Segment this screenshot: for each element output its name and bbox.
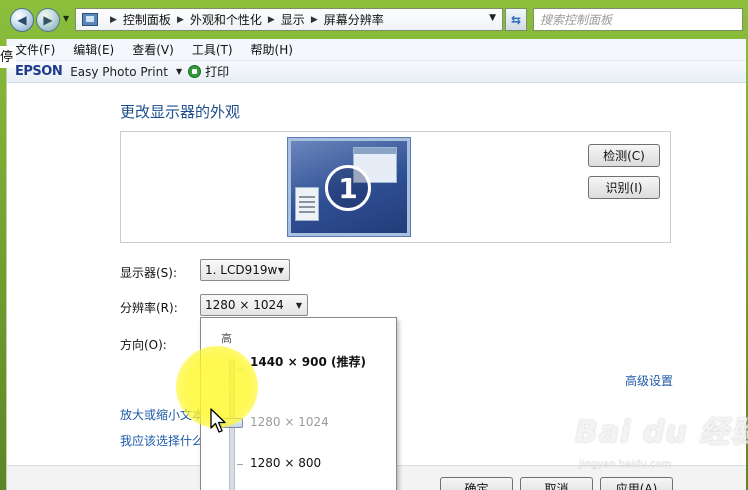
display-select-value: 1. LCD919w	[205, 263, 278, 277]
page-title: 更改显示器的外观	[120, 103, 241, 121]
advanced-settings-link[interactable]: 高级设置	[625, 372, 673, 389]
resolution-select-value: 1280 × 1024	[205, 298, 284, 312]
baidu-watermark: Bai du 经验 jingyan.baidu.com	[575, 407, 748, 485]
orientation-label: 方向(O):	[120, 338, 167, 352]
watermark-text: Bai du 经验	[575, 415, 748, 450]
forward-button[interactable]: ▶	[36, 8, 60, 32]
help-choose-link[interactable]: 我应该选择什么	[120, 432, 204, 449]
print-button[interactable]: 打印	[205, 63, 229, 80]
resolution-select[interactable]: 1280 × 1024 ▼	[200, 294, 308, 316]
address-bar[interactable]: ▶ 控制面板 ▶ 外观和个性化 ▶ 显示 ▶ 屏幕分辨率 ▼	[75, 8, 503, 31]
identify-button[interactable]: 识别(I)	[588, 176, 660, 199]
menu-tools[interactable]: 工具(T)	[192, 41, 233, 58]
chevron-right-icon[interactable]: ▶	[268, 15, 275, 25]
breadcrumb-screen-resolution[interactable]: 屏幕分辨率	[324, 11, 384, 28]
breadcrumb-display[interactable]: 显示	[281, 11, 305, 28]
ok-button[interactable]: 确定	[440, 477, 513, 490]
resolution-option-1280x800[interactable]: 1280 × 800	[250, 456, 321, 470]
monitor-number: 1	[325, 165, 371, 211]
back-button[interactable]: ◀	[10, 8, 34, 32]
display-label: 显示器(S):	[120, 266, 178, 280]
recent-pages-dropdown[interactable]: ▼	[63, 14, 69, 23]
slider-high-label: 高	[221, 332, 232, 345]
chevron-right-icon[interactable]: ▶	[311, 15, 318, 25]
menu-help[interactable]: 帮助(H)	[251, 41, 293, 58]
breadcrumb-control-panel[interactable]: 控制面板	[123, 11, 171, 28]
resolution-option-1440x900[interactable]: 1440 × 900 (推荐)	[250, 353, 366, 370]
monitor-1-icon[interactable]: 1	[288, 138, 410, 236]
display-select[interactable]: 1. LCD919w ▼	[200, 259, 290, 281]
easy-photo-print-label[interactable]: Easy Photo Print	[70, 65, 168, 79]
chevron-down-icon: ▼	[295, 301, 302, 310]
document-thumbnail-icon	[295, 187, 319, 221]
epson-logo: EPSON	[15, 64, 63, 79]
menu-file[interactable]: 文件(F)	[15, 41, 55, 58]
menu-edit[interactable]: 编辑(E)	[73, 41, 114, 58]
chevron-right-icon[interactable]: ▶	[177, 15, 184, 25]
resolution-label: 分辨率(R):	[120, 301, 178, 315]
chevron-down-icon[interactable]: ▼	[176, 67, 182, 76]
search-input[interactable]: 搜索控制面板	[533, 8, 743, 31]
menu-view[interactable]: 查看(V)	[132, 41, 174, 58]
detect-button[interactable]: 检测(C)	[588, 144, 660, 167]
chevron-down-icon: ▼	[277, 266, 284, 275]
print-icon[interactable]	[188, 65, 202, 78]
menu-bar: 文件(F) 编辑(E) 查看(V) 工具(T) 帮助(H)	[7, 39, 746, 61]
address-row: ◀ ▶ ▼ ▶ 控制面板 ▶ 外观和个性化 ▶ 显示 ▶ 屏幕分辨率 ▼ ⇆ 搜…	[0, 0, 748, 38]
watermark-url: jingyan.baidu.com	[579, 459, 672, 470]
refresh-button[interactable]: ⇆	[505, 8, 527, 31]
monitor-preview-panel: 1 检测(C) 识别(I)	[120, 131, 671, 243]
control-panel-icon	[82, 13, 98, 26]
epson-toolbar: EPSON Easy Photo Print ▼ 打印	[7, 61, 746, 83]
breadcrumb-appearance[interactable]: 外观和个性化	[190, 11, 262, 28]
chevron-right-icon[interactable]: ▶	[110, 15, 117, 25]
edge-text-fragment: 停	[0, 46, 16, 68]
address-dropdown-icon[interactable]: ▼	[489, 13, 496, 23]
mouse-cursor-icon	[210, 408, 226, 433]
resolution-option-1280x1024[interactable]: 1280 × 1024	[250, 415, 329, 429]
search-placeholder: 搜索控制面板	[540, 13, 613, 27]
slider-tick	[237, 464, 243, 465]
